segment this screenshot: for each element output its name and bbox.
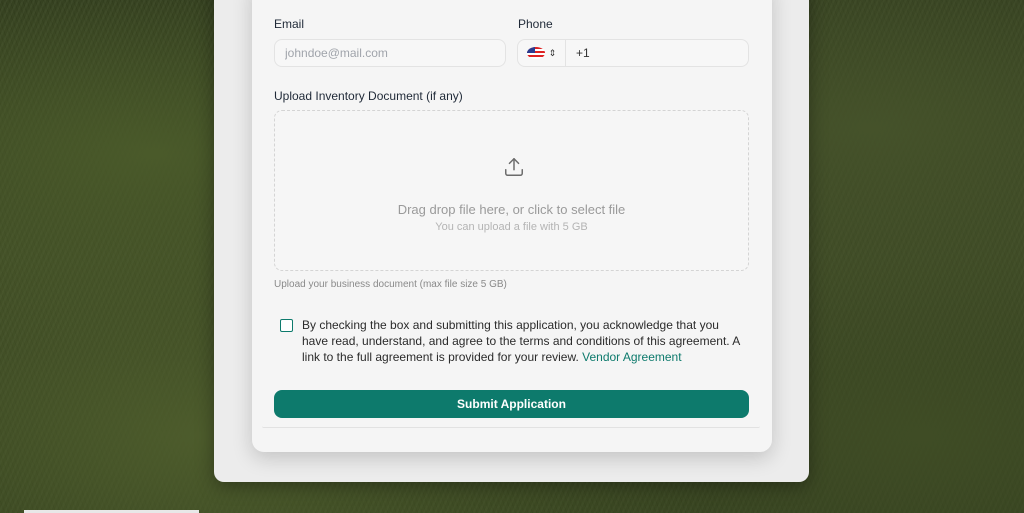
agreement-checkbox[interactable] xyxy=(280,319,293,332)
upload-helper-text: Upload your business document (max file … xyxy=(274,279,507,290)
phone-label: Phone xyxy=(518,17,553,31)
submit-application-button[interactable]: Submit Application xyxy=(274,390,749,418)
agreement-text: By checking the box and submitting this … xyxy=(302,317,742,365)
email-label: Email xyxy=(274,17,305,31)
country-code-select[interactable]: ⇕ xyxy=(518,40,566,66)
phone-number-input[interactable]: +1 xyxy=(566,40,748,66)
upload-icon xyxy=(505,158,523,176)
chevron-up-down-icon: ⇕ xyxy=(548,47,557,58)
dropzone-title: Drag drop file here, or click to select … xyxy=(397,202,626,217)
upload-label: Upload Inventory Document (if any) xyxy=(274,89,463,103)
email-field[interactable] xyxy=(274,39,506,67)
us-flag-icon xyxy=(526,47,545,59)
vendor-agreement-link[interactable]: Vendor Agreement xyxy=(582,350,681,364)
card-divider xyxy=(262,426,760,428)
phone-field: ⇕ +1 xyxy=(517,39,749,67)
file-dropzone[interactable]: Drag drop file here, or click to select … xyxy=(274,110,749,271)
dropzone-subtitle: You can upload a file with 5 GB xyxy=(435,221,588,233)
